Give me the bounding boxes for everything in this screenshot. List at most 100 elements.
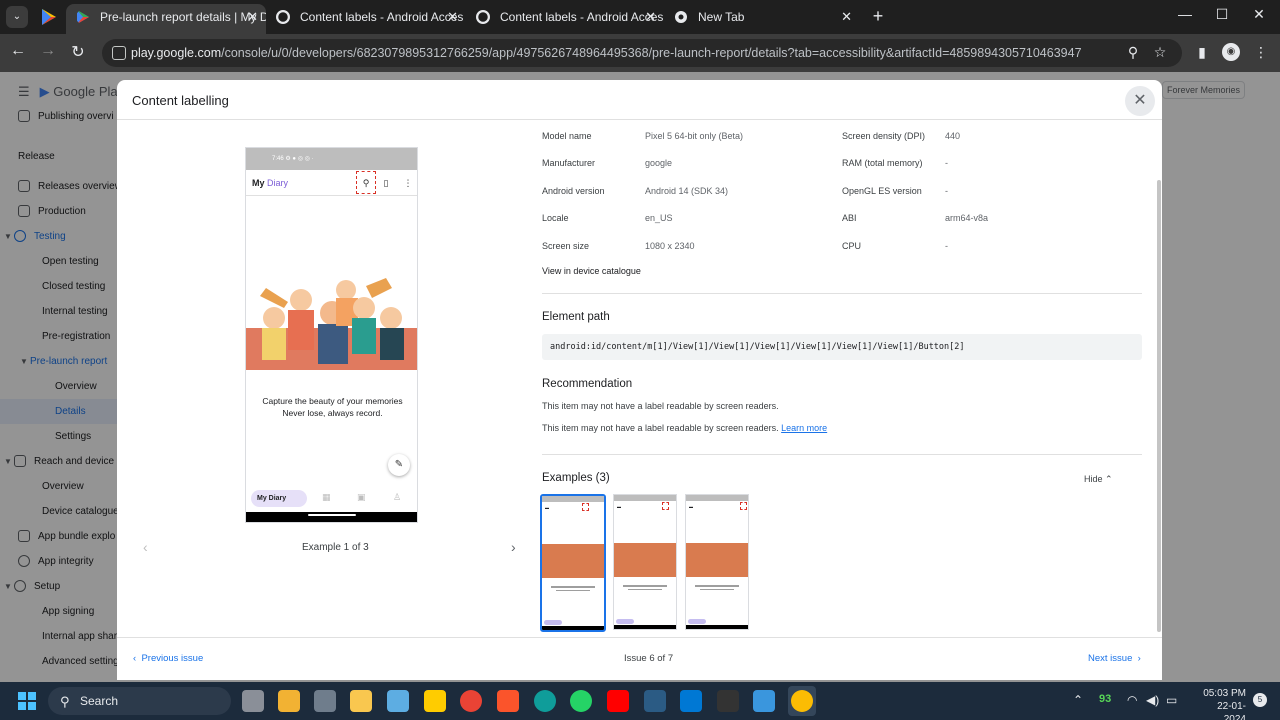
close-tab-icon[interactable]: ✕: [645, 4, 656, 30]
dialog-close-button[interactable]: ✕: [1125, 86, 1155, 116]
vscode-icon[interactable]: [680, 690, 702, 712]
divider: [117, 119, 1162, 120]
next-issue-label: Next issue: [1088, 653, 1133, 664]
thumb-flag-outline: [582, 503, 589, 511]
close-tab-icon[interactable]: ✕: [447, 4, 458, 30]
task-view-icon[interactable]: [242, 690, 264, 712]
view-in-device-catalogue-link[interactable]: View in device catalogue: [542, 266, 641, 276]
dialog-title: Content labelling: [132, 93, 229, 108]
tab-content-labels-2[interactable]: Content labels - Android Acces ✕: [466, 4, 664, 34]
calculator-icon[interactable]: [314, 690, 336, 712]
sticky-notes-icon[interactable]: [424, 690, 446, 712]
url-text[interactable]: play.google.com/console/u/0/developers/6…: [131, 46, 1082, 60]
previous-issue-button[interactable]: ‹ Previous issue: [133, 653, 203, 664]
taskbar-search-box[interactable]: ⚲ Search: [48, 687, 231, 715]
element-path-heading: Element path: [542, 311, 610, 323]
detail-label: Manufacturer: [542, 158, 596, 168]
taskbar-clock[interactable]: 05:03 PM 22-01-2024: [1200, 687, 1246, 720]
zoom-magnifier-icon[interactable]: ⚲: [1124, 44, 1142, 61]
thumb-app-title: ▬: [689, 504, 693, 509]
phone-app-title-part: My: [252, 178, 268, 188]
detail-value: Android 14 (SDK 34): [645, 186, 729, 196]
thumb-status-bar: [542, 496, 604, 502]
hide-examples-button[interactable]: Hide ⌃: [1084, 474, 1113, 485]
site-info-icon[interactable]: [112, 46, 126, 60]
tab-title: Content labels - Android Acces: [500, 10, 664, 24]
notification-badge[interactable]: 5: [1253, 693, 1267, 707]
thumb-status-bar: [614, 495, 676, 501]
phone-caption-line: Never lose, always record.: [282, 408, 383, 418]
bookmark-star-icon[interactable]: ☆: [1151, 44, 1169, 61]
chevron-up-icon: ⌃: [1105, 474, 1113, 484]
phone-app-bar: My Diary ⚲ ▯ ⋮: [246, 170, 417, 196]
next-issue-button[interactable]: Next issue ›: [1088, 653, 1141, 664]
google-play-icon[interactable]: [42, 9, 56, 25]
example-thumbnail-2[interactable]: ▬: [613, 494, 677, 630]
detail-label: Android version: [542, 186, 605, 196]
app-icon[interactable]: [644, 690, 666, 712]
forward-arrow-icon[interactable]: →: [38, 42, 58, 60]
gesture-handle: [308, 514, 356, 516]
profile-avatar-icon[interactable]: ◉: [1222, 43, 1240, 61]
whatsapp-icon[interactable]: [570, 690, 592, 712]
browser-menu-icon[interactable]: ⋮: [1252, 43, 1270, 61]
chrome-icon[interactable]: [460, 690, 482, 712]
example-thumbnail-3[interactable]: ▬: [685, 494, 749, 630]
thumb-app-title: ▬: [617, 504, 621, 509]
thumb-status-bar: [686, 495, 748, 501]
maximize-icon[interactable]: ☐: [1212, 6, 1232, 23]
detail-label: RAM (total memory): [842, 158, 923, 168]
google-favicon-icon: [276, 10, 290, 24]
battery-icon[interactable]: ▭: [1166, 693, 1177, 707]
detail-value: 440: [945, 131, 961, 141]
minimize-icon[interactable]: —: [1175, 6, 1195, 22]
thumb-nav-chip: [616, 619, 634, 624]
edge-browser-icon[interactable]: [534, 690, 556, 712]
snipping-tool-icon[interactable]: [753, 690, 775, 712]
detail-label: ABI: [842, 213, 857, 223]
device-screenshot: 7:46 ⚙ ● ◎ ◎ · My Diary ⚲ ▯ ⋮ Capture th…: [245, 147, 418, 523]
battery-percentage[interactable]: 93: [1099, 693, 1111, 705]
file-explorer-icon[interactable]: [350, 690, 372, 712]
back-arrow-icon[interactable]: ←: [8, 42, 28, 60]
window-close-icon[interactable]: ✕: [1249, 6, 1269, 23]
terminal-icon[interactable]: [717, 690, 739, 712]
example-thumbnail-1[interactable]: ▬: [540, 494, 606, 632]
tab-content-labels-1[interactable]: Content labels - Android Acces ✕: [266, 4, 466, 34]
thumb-flag-outline: [662, 502, 669, 510]
side-panel-icon[interactable]: ▮: [1193, 43, 1211, 61]
notepad-icon[interactable]: [387, 690, 409, 712]
dialog-scrollbar[interactable]: [1157, 180, 1161, 632]
recommendation-text-with-link: This item may not have a label readable …: [542, 423, 827, 433]
chrome-icon[interactable]: [791, 690, 813, 712]
youtube-icon[interactable]: [607, 690, 629, 712]
element-path-code[interactable]: android:id/content/m[1]/View[1]/View[1]/…: [542, 334, 1142, 360]
new-tab-plus-icon[interactable]: +: [870, 6, 886, 27]
next-example-chevron-icon[interactable]: ›: [511, 539, 516, 555]
tab-search-chevron-icon[interactable]: ⌄: [6, 6, 28, 28]
address-bar[interactable]: play.google.com/console/u/0/developers/6…: [102, 39, 1182, 67]
previous-example-chevron-icon[interactable]: ‹: [143, 539, 148, 555]
thumb-gesture-bar: [614, 625, 676, 629]
phone-more-icon: ⋮: [403, 178, 413, 188]
wifi-icon[interactable]: ◠: [1127, 693, 1137, 707]
thumb-nav-chip: [544, 620, 562, 625]
reload-icon[interactable]: ↻: [68, 42, 88, 62]
microsoft-store-icon[interactable]: [278, 690, 300, 712]
tab-pre-launch-report[interactable]: Pre-launch report details | My D ✕: [66, 4, 266, 34]
detail-value: -: [945, 186, 948, 196]
tray-overflow-chevron-icon[interactable]: ⌃: [1073, 693, 1083, 707]
previous-issue-label: Previous issue: [141, 653, 204, 664]
close-tab-icon[interactable]: ✕: [841, 4, 852, 30]
windows-start-icon[interactable]: [18, 692, 36, 710]
tab-new-tab[interactable]: New Tab ✕: [664, 4, 860, 34]
close-tab-icon[interactable]: ✕: [247, 4, 258, 30]
brave-browser-icon[interactable]: [497, 690, 519, 712]
detail-value: 1080 x 2340: [645, 241, 695, 251]
volume-icon[interactable]: ◀): [1146, 693, 1159, 707]
learn-more-link[interactable]: Learn more: [781, 423, 827, 433]
recommendation-text: This item may not have a label readable …: [542, 423, 779, 433]
chevron-right-icon: ›: [1132, 653, 1141, 664]
phone-gesture-bar: [246, 512, 417, 522]
detail-label: Screen density (DPI): [842, 131, 926, 141]
